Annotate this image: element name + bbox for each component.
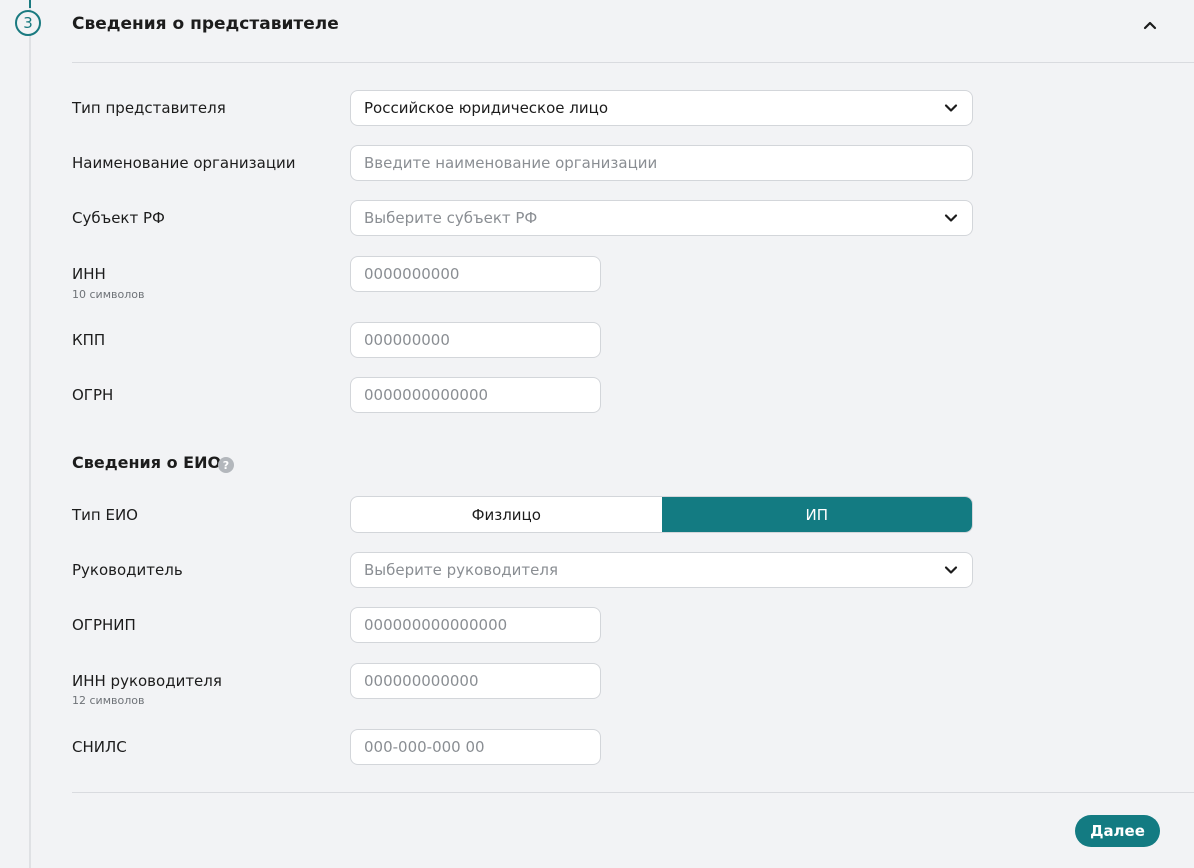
collapse-button[interactable] [1138,14,1162,36]
region-placeholder: Выберите субъект РФ [364,209,538,227]
eio-type-label: Тип ЕИО [72,506,138,524]
org-name-input[interactable]: Введите наименование организации [350,145,973,181]
representative-type-select[interactable]: Российское юридическое лицо [350,90,973,126]
head-inn-label: ИНН руководителя [72,672,222,690]
step-number-badge: 3 [15,10,41,36]
snils-label: СНИЛС [72,738,127,756]
ogrn-input[interactable]: 0000000000000 [350,377,601,413]
head-select[interactable]: Выберите руководителя [350,552,973,588]
chevron-down-icon [944,566,958,574]
inn-label: ИНН [72,265,106,283]
footer-divider [72,792,1194,793]
chevron-down-icon [944,214,958,222]
chevron-up-icon [1143,21,1157,30]
region-label: Субъект РФ [72,209,165,227]
head-inn-placeholder: 000000000000 [364,672,479,690]
region-select[interactable]: Выберите субъект РФ [350,200,973,236]
section-title: Сведения о представителе [72,14,339,34]
eio-type-option-individual[interactable]: Физлицо [351,497,662,532]
inn-placeholder: 0000000000 [364,265,460,283]
head-inn-hint: 12 символов [72,694,145,707]
question-circle-icon[interactable]: ? [218,457,234,473]
head-label: Руководитель [72,561,183,579]
chevron-down-icon [944,104,958,112]
stepper-line-active [29,0,31,8]
eio-type-toggle: Физлицо ИП [350,496,973,533]
stepper-line [29,0,31,868]
head-placeholder: Выберите руководителя [364,561,558,579]
snils-input[interactable]: 000-000-000 00 [350,729,601,765]
kpp-input[interactable]: 000000000 [350,322,601,358]
next-button[interactable]: Далее [1075,815,1160,847]
eio-section-title: Сведения о ЕИО [72,453,222,472]
ogrnip-input[interactable]: 000000000000000 [350,607,601,643]
eio-type-option-ip[interactable]: ИП [661,497,972,532]
ogrn-label: ОГРН [72,386,114,404]
head-inn-input[interactable]: 000000000000 [350,663,601,699]
kpp-placeholder: 000000000 [364,331,450,349]
ogrn-placeholder: 0000000000000 [364,386,489,404]
org-name-label: Наименование организации [72,154,296,172]
representative-type-label: Тип представителя [72,99,226,117]
section-divider [72,62,1194,63]
step-number: 3 [23,13,33,32]
snils-placeholder: 000-000-000 00 [364,738,485,756]
kpp-label: КПП [72,331,106,349]
ogrnip-placeholder: 000000000000000 [364,616,508,634]
inn-input[interactable]: 0000000000 [350,256,601,292]
inn-hint: 10 символов [72,288,145,301]
ogrnip-label: ОГРНИП [72,616,136,634]
representative-type-value: Российское юридическое лицо [364,99,609,117]
org-name-placeholder: Введите наименование организации [364,154,658,172]
